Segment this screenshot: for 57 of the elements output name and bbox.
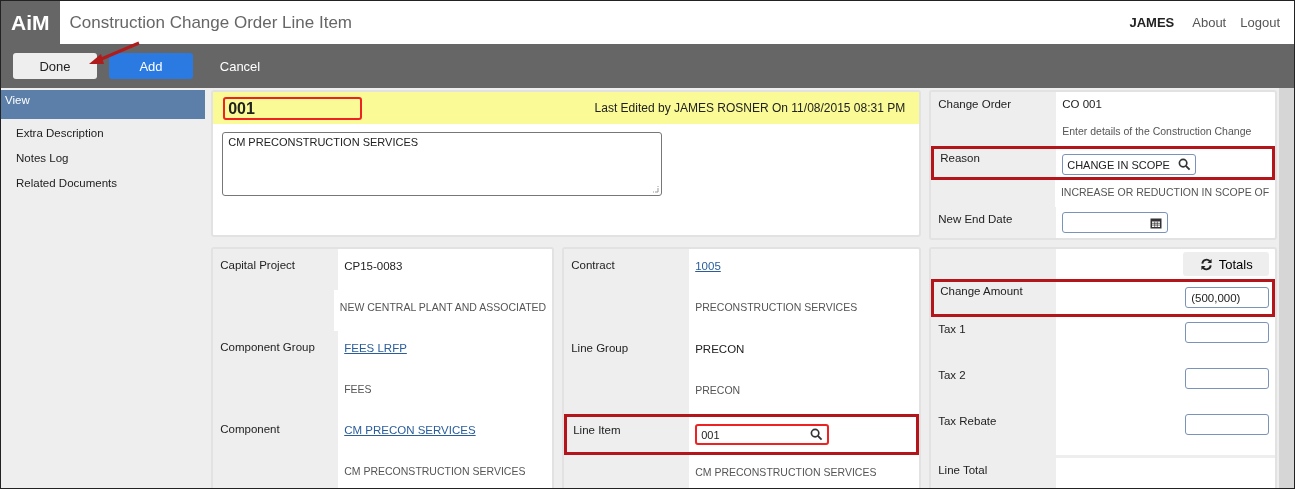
field-label: Line Item	[564, 414, 690, 455]
app-logo: AiM	[1, 1, 60, 44]
sidebar-item[interactable]: Related Documents	[1, 171, 206, 196]
last-edited-text: Last Edited by JAMES ROSNER On 11/08/2015 08:31 PM	[594, 101, 906, 115]
field-label: Change Order	[931, 92, 1057, 119]
scrollbar[interactable]	[1279, 88, 1294, 488]
field-label: Tax 1	[931, 317, 1057, 363]
sidebar-item[interactable]: View	[1, 90, 206, 119]
amount-field[interactable]: (500,000)	[1185, 287, 1270, 308]
field-label: Change Amount	[931, 279, 1057, 317]
done-button[interactable]: Done	[13, 53, 97, 79]
field-value: CO 001	[1062, 97, 1102, 110]
field-label: Reason	[931, 146, 1057, 180]
code-field[interactable]: 001	[223, 96, 363, 120]
field-label: Line Total	[931, 458, 1057, 488]
amount-field[interactable]	[1185, 414, 1270, 435]
field-value: PRECON	[695, 342, 745, 355]
date-field[interactable]	[1062, 212, 1169, 233]
cancel-button[interactable]: Cancel	[205, 53, 275, 79]
resize-grip-icon	[651, 185, 660, 193]
field-description: INCREASE OR REDUCTION IN SCOPE OF	[1060, 185, 1270, 198]
refresh-icon	[1199, 257, 1213, 271]
sidebar-item[interactable]: Notes Log	[1, 146, 206, 171]
amount-field[interactable]	[1185, 368, 1270, 389]
field-link[interactable]: FEES LRFP	[344, 341, 407, 354]
field-label: Capital Project	[213, 249, 339, 290]
calendar-icon	[1150, 216, 1163, 229]
field-value: CP15-0083	[344, 259, 403, 272]
field-link[interactable]: 1005	[695, 259, 721, 272]
field-label: Tax Rebate	[931, 409, 1057, 455]
description-field[interactable]: CM PRECONSTRUCTION SERVICES	[222, 132, 663, 196]
field-description: CM PRECONSTRUCTION SERVICES	[344, 464, 526, 477]
search-icon	[1178, 158, 1192, 171]
field-description: PRECONSTRUCTION SERVICES	[695, 300, 858, 313]
lookup-field[interactable]: 001	[695, 424, 830, 445]
amount-field[interactable]	[1185, 322, 1270, 343]
header-link[interactable]: Logout	[1240, 15, 1280, 30]
totals-button[interactable]: Totals	[1183, 252, 1270, 276]
field-description: NEW CENTRAL PLANT AND ASSOCIATED	[339, 300, 547, 313]
field-label: Contract	[564, 249, 690, 290]
add-button[interactable]: Add	[109, 53, 193, 79]
page-title: Construction Change Order Line Item	[69, 12, 354, 33]
field-label: Tax 2	[931, 363, 1057, 409]
field-label: New End Date	[931, 207, 1057, 238]
user-name: JAMES	[1129, 15, 1175, 30]
search-icon	[810, 428, 824, 441]
sidebar-item[interactable]: Extra Description	[1, 121, 206, 146]
field-label: Component Group	[213, 331, 339, 372]
header-link[interactable]: About	[1192, 15, 1227, 30]
field-description: FEES	[344, 382, 372, 395]
field-description: CM PRECONSTRUCTION SERVICES	[695, 465, 877, 478]
field-label: Component	[213, 413, 339, 454]
field-description: PRECON	[695, 383, 741, 396]
lookup-field[interactable]: CHANGE IN SCOPE	[1062, 154, 1197, 175]
field-description: Enter details of the Construction Change	[1062, 124, 1252, 137]
field-link[interactable]: CM PRECON SERVICES	[344, 423, 476, 436]
field-label: Line Group	[564, 332, 690, 373]
